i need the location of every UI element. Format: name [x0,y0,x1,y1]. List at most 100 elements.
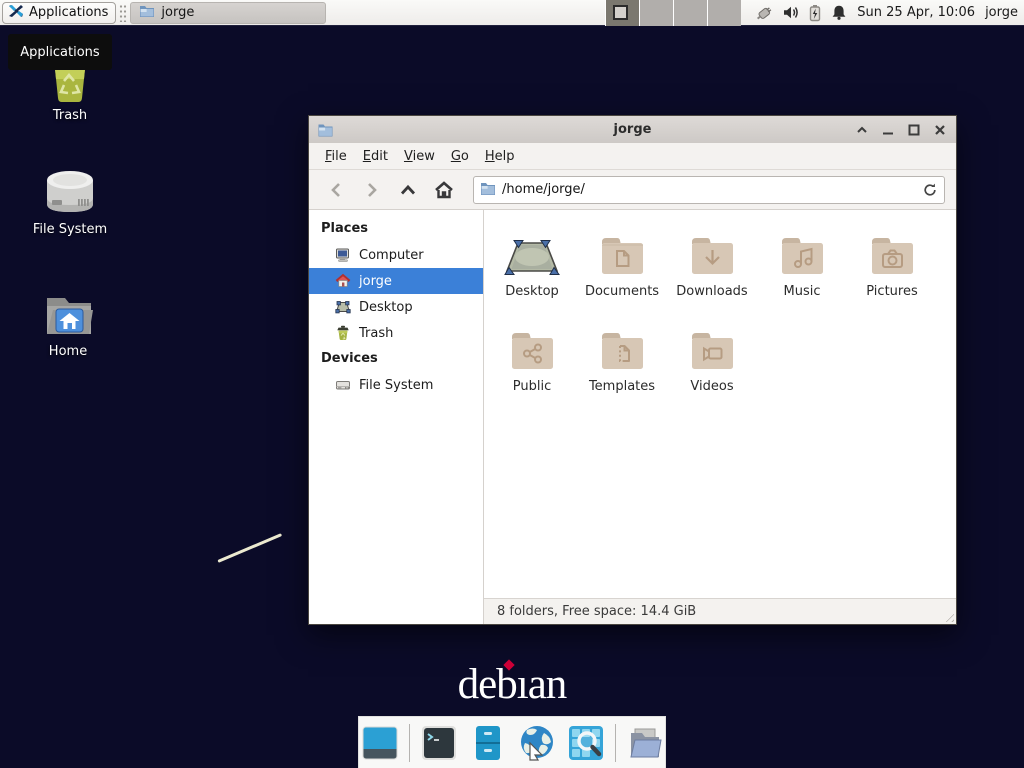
path-bar[interactable] [473,176,945,204]
panel-username[interactable]: jorge [985,5,1018,20]
xfce-logo-icon [8,3,24,23]
sidebar-item-label: Computer [359,248,424,263]
file-cabinet-icon [468,723,508,763]
terminal-launcher[interactable] [419,723,459,763]
menu-edit[interactable]: Edit [355,145,396,168]
file-item-public[interactable]: Public [487,321,577,394]
sidebar-item-computer[interactable]: Computer [309,242,483,268]
file-item-templates[interactable]: Templates [577,321,667,394]
file-item-videos[interactable]: Videos [667,321,757,394]
documents-folder-icon [577,226,667,278]
workspace-2[interactable] [640,0,673,26]
menu-go[interactable]: Go [443,145,477,168]
file-item-label: Music [757,284,847,299]
app-finder-icon [566,723,606,763]
desktop-icon-label: Home [13,344,123,359]
applications-menu-label: Applications [29,5,108,20]
sidebar-header-places: Places [309,216,483,242]
path-input[interactable] [502,182,916,197]
desktop-folder-icon [487,226,577,278]
status-text: 8 folders, Free space: 14.4 GiB [497,604,696,619]
workspace-3[interactable] [674,0,707,26]
forward-button[interactable] [357,176,387,204]
file-item-label: Downloads [667,284,757,299]
minimize-button[interactable] [880,122,896,138]
web-browser-launcher[interactable] [517,723,557,763]
videos-folder-icon [667,321,757,373]
file-item-documents[interactable]: Documents [577,226,667,299]
show-desktop-button[interactable] [360,723,400,763]
sidebar-item-label: File System [359,378,433,393]
file-item-music[interactable]: Music [757,226,847,299]
back-button[interactable] [321,176,351,204]
status-bar: 8 folders, Free space: 14.4 GiB [484,598,956,624]
window-titlebar[interactable]: jorge [309,116,956,143]
file-manager-launcher[interactable] [468,723,508,763]
sidebar-item-desktop[interactable]: Desktop [309,294,483,320]
show-desktop-icon [360,723,400,763]
file-item-pictures[interactable]: Pictures [847,226,937,299]
debian-logo: debıan [447,660,577,709]
file-view[interactable]: Desktop Documents [484,210,956,598]
file-item-desktop[interactable]: Desktop [487,226,577,299]
desktop-root: debıan Trash [0,0,1024,768]
computer-icon [335,247,351,263]
file-item-label: Videos [667,379,757,394]
file-pane: Desktop Documents [484,210,956,624]
resize-grip[interactable] [942,610,954,622]
sidebar-item-file-system[interactable]: File System [309,372,483,398]
taskbar-window-button[interactable]: jorge [130,2,326,24]
directory-folder-icon [625,723,665,763]
public-folder-icon [487,321,577,373]
toolbar [309,170,956,210]
workspace-pager [605,0,741,26]
desktop-icon-home[interactable]: Home [13,292,123,359]
workspace-4[interactable] [708,0,741,26]
sidebar-item-label: Desktop [359,300,413,315]
window-folder-icon [317,122,334,137]
applications-menu-button[interactable]: Applications [2,2,116,24]
sidebar-item-label: Trash [359,326,393,341]
top-panel: Applications jorge [0,0,1024,26]
close-button[interactable] [932,122,948,138]
menu-file[interactable]: File [317,145,355,168]
debian-logo-i: ı [517,661,528,708]
shade-button[interactable] [854,122,870,138]
file-item-downloads[interactable]: Downloads [667,226,757,299]
window-controls [854,122,948,138]
desktop-icon-file-system[interactable]: File System [15,168,125,237]
sidebar: Places Computer [309,210,484,624]
panel-clock[interactable]: Sun 25 Apr, 10:06 [857,5,975,20]
path-folder-icon [480,181,496,199]
pictures-folder-icon [847,226,937,278]
battery-icon[interactable] [808,4,822,22]
workspace-window-thumb [613,5,628,20]
dock-separator [409,724,410,762]
directory-menu-launcher[interactable] [625,723,665,763]
debian-logo-post: an [528,661,567,708]
file-manager-window: jorge File Edit View Go Help [308,115,957,625]
network-icon[interactable] [755,4,773,22]
sidebar-item-jorge[interactable]: jorge [309,268,483,294]
home-button[interactable] [429,176,459,204]
file-item-label: Public [487,379,577,394]
templates-folder-icon [577,321,667,373]
maximize-button[interactable] [906,122,922,138]
volume-icon[interactable] [782,4,799,21]
notification-bell-icon[interactable] [831,4,847,21]
drive-icon [335,377,351,393]
panel-drag-handle[interactable] [119,4,127,22]
workspace-1[interactable] [606,0,639,26]
menu-help[interactable]: Help [477,145,523,168]
terminal-icon [419,723,459,763]
reload-icon[interactable] [922,182,938,198]
up-button[interactable] [393,176,423,204]
taskbar-window-label: jorge [161,5,194,20]
menu-view[interactable]: View [396,145,443,168]
file-item-label: Pictures [847,284,937,299]
app-finder-launcher[interactable] [566,723,606,763]
tooltip-text: Applications [20,45,99,60]
applications-tooltip: Applications [8,34,112,70]
sidebar-item-trash[interactable]: Trash [309,320,483,346]
desktop-workspace-icon [335,299,351,315]
